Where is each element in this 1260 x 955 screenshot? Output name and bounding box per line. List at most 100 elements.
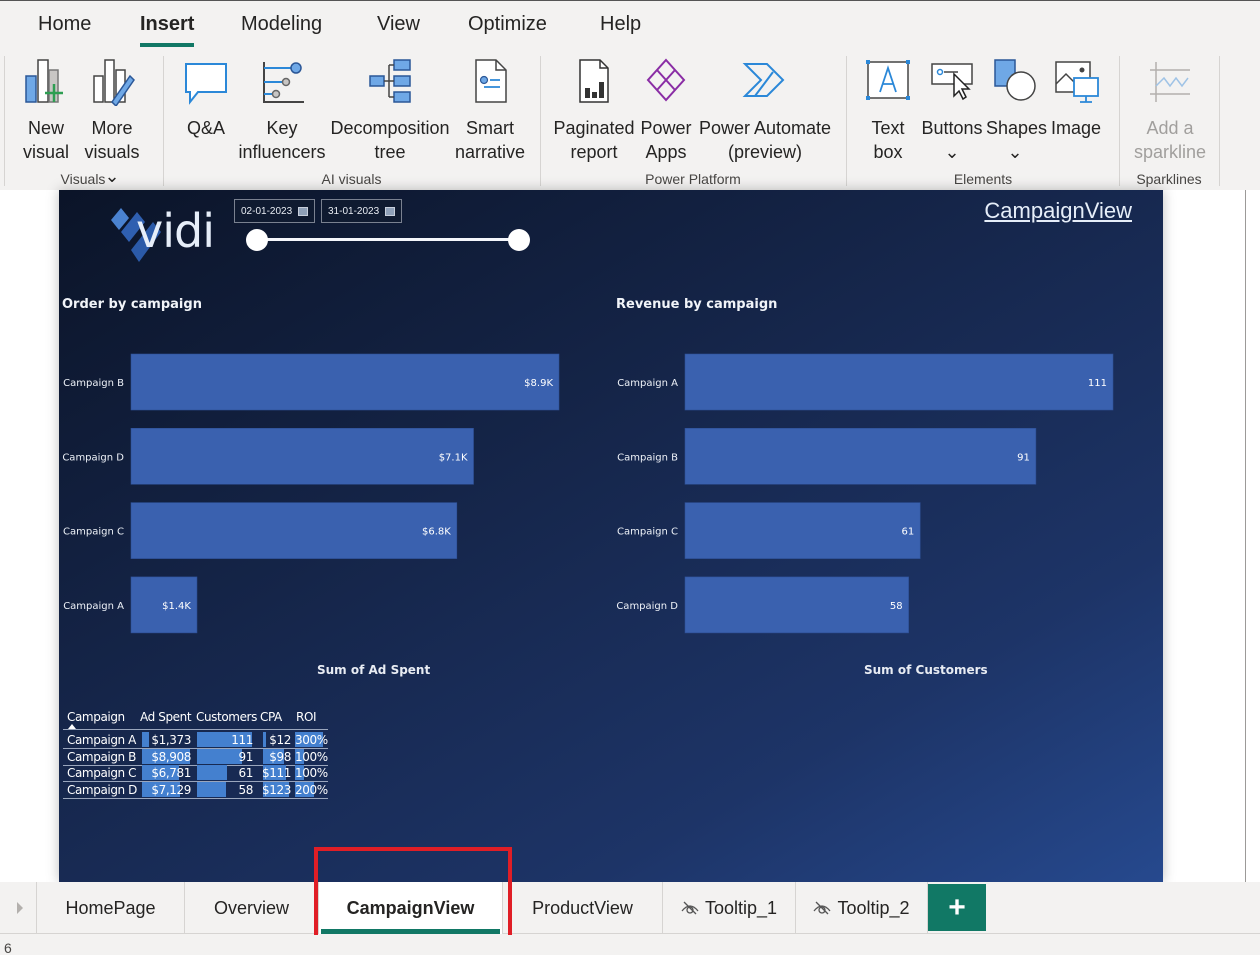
group-divider <box>846 56 847 186</box>
bar[interactable] <box>684 502 921 559</box>
new-visual-button[interactable]: New visual <box>20 56 72 164</box>
bar[interactable] <box>130 353 560 411</box>
tab-view[interactable]: View <box>377 13 420 36</box>
text-box-icon <box>866 60 910 100</box>
smart-narrative-label-1: Smart <box>465 118 514 138</box>
date-range-start-handle[interactable] <box>246 229 268 251</box>
add-sparkline-button[interactable]: Add a sparkline <box>1128 56 1212 164</box>
new-visual-label-2: visual <box>22 142 70 162</box>
key-influencers-label-1: Key <box>266 118 298 138</box>
category-label: Campaign A <box>617 378 678 389</box>
x-axis-title-ad-spent: Sum of Ad Spent <box>317 663 431 677</box>
shapes-button[interactable]: Shapes ⌄ <box>986 56 1047 164</box>
text-box-label-1: Text <box>871 118 905 138</box>
bar[interactable] <box>130 502 458 559</box>
add-page-button[interactable]: + <box>928 884 986 931</box>
power-apps-button[interactable]: Power Apps <box>638 56 694 164</box>
paginated-report-button[interactable]: Paginated report <box>553 56 635 164</box>
end-date-input[interactable]: 31-01-2023 <box>321 199 403 223</box>
page-tab-homepage[interactable]: HomePage <box>37 882 185 934</box>
date-range-end-handle[interactable] <box>508 229 530 251</box>
ribbon-tab-bar: Home Insert Modeling View Optimize Help <box>0 0 1260 48</box>
category-label: Campaign B <box>63 378 124 389</box>
image-button[interactable]: Image <box>1048 56 1104 140</box>
tab-optimize[interactable]: Optimize <box>468 13 547 36</box>
key-influencers-button[interactable]: Key influencers <box>236 56 328 164</box>
column-header-campaign[interactable]: Campaign <box>67 710 125 724</box>
bar[interactable] <box>684 353 1114 411</box>
cell-customers: 61 <box>238 766 254 781</box>
page-tab-campaignview[interactable]: CampaignView <box>319 882 503 934</box>
column-header-roi[interactable]: ROI <box>296 710 317 724</box>
cell-cpa: $12 <box>269 733 291 747</box>
decomposition-tree-label-1: Decomposition <box>330 118 450 138</box>
start-date-input[interactable]: 02-01-2023 <box>234 199 316 223</box>
bar[interactable] <box>684 428 1037 485</box>
more-visuals-button[interactable]: More visuals ⌄ <box>76 56 148 188</box>
start-date-value: 02-01-2023 <box>241 205 293 217</box>
page-tab-productview[interactable]: ProductView <box>503 882 663 934</box>
bar[interactable] <box>684 576 909 634</box>
tab-help[interactable]: Help <box>600 13 641 36</box>
bar[interactable] <box>130 428 474 485</box>
cell-ad-spent: $8,908 <box>151 749 191 764</box>
sparkline-icon <box>1150 62 1190 102</box>
group-label-sparklines: Sparklines <box>1136 171 1202 187</box>
page-tab-overview[interactable]: Overview <box>185 882 319 934</box>
group-divider <box>1219 56 1220 186</box>
canvas-scrollbar[interactable] <box>1245 190 1246 882</box>
page-tab-label: Tooltip_1 <box>704 897 778 918</box>
add-sparkline-label-2: sparkline <box>1133 142 1207 162</box>
column-header-ad-spent[interactable]: Ad Spent <box>140 710 192 724</box>
page-navigation-link[interactable]: CampaignView <box>984 198 1132 224</box>
column-header-customers[interactable]: Customers <box>196 710 257 724</box>
qna-icon <box>185 63 227 105</box>
power-automate-button[interactable]: Power Automate (preview) <box>698 56 832 164</box>
tab-insert[interactable]: Insert <box>140 13 194 36</box>
tab-modeling[interactable]: Modeling <box>241 13 322 36</box>
calendar-icon[interactable] <box>385 206 396 216</box>
report-page: vidi 02-01-2023 31-01-2023 CampaignView … <box>59 190 1163 882</box>
qna-label: Q&A <box>186 118 225 138</box>
order-by-campaign-chart[interactable]: Campaign B $8.9K Campaign D $7.1K Campaign C… <box>59 350 579 640</box>
data-label: $8.9K <box>524 378 553 389</box>
buttons-button[interactable]: Buttons ⌄ <box>920 56 984 164</box>
cell-customers: 111 <box>231 733 253 747</box>
scroll-tabs-left-icon[interactable] <box>0 882 37 934</box>
data-label: $6.8K <box>422 527 451 538</box>
tab-home[interactable]: Home <box>38 13 91 36</box>
chart-title-revenue-by-campaign: Revenue by campaign <box>616 297 778 312</box>
data-label: 61 <box>901 527 914 538</box>
power-apps-label-2: Apps <box>645 142 687 162</box>
revenue-by-campaign-chart[interactable]: Campaign A 111 Campaign B 91 Campaign C 61 Cam… <box>613 350 1133 640</box>
column-header-cpa[interactable]: CPA <box>260 710 282 724</box>
hidden-page-icon <box>813 901 831 915</box>
status-bar: 6 <box>0 935 1260 955</box>
calendar-icon[interactable] <box>298 206 309 216</box>
cell-ad-spent: $1,373 <box>151 733 191 747</box>
header-divider <box>63 729 328 730</box>
cell-cpa: $111 <box>262 766 291 781</box>
text-box-button[interactable]: Text box <box>862 56 914 164</box>
group-divider <box>540 56 541 186</box>
page-tab-tooltip-1[interactable]: Tooltip_1 <box>663 882 796 934</box>
decomposition-tree-icon <box>369 59 411 103</box>
category-label: Campaign D <box>62 452 124 463</box>
data-label: 91 <box>1017 452 1030 463</box>
qna-button[interactable]: Q&A <box>180 56 232 140</box>
key-influencers-label-2: influencers <box>238 142 326 162</box>
group-label-ai-visuals: AI visuals <box>321 171 382 187</box>
cell-campaign: Campaign C <box>67 766 137 781</box>
key-influencers-icon <box>263 62 304 103</box>
data-label: $7.1K <box>439 452 468 463</box>
decomposition-tree-button[interactable]: Decomposition tree <box>329 56 451 164</box>
page-tab-label: ProductView <box>532 897 633 918</box>
power-automate-label-2: (preview) <box>727 142 802 162</box>
power-apps-icon <box>646 58 686 102</box>
shapes-label-2: ⌄ <box>1007 142 1023 162</box>
smart-narrative-button[interactable]: Smart narrative <box>455 56 525 164</box>
end-date-value: 31-01-2023 <box>328 205 380 217</box>
date-range-slider-track[interactable] <box>257 238 519 241</box>
data-label: 58 <box>890 601 903 612</box>
page-tab-tooltip-2[interactable]: Tooltip_2 <box>796 882 928 934</box>
